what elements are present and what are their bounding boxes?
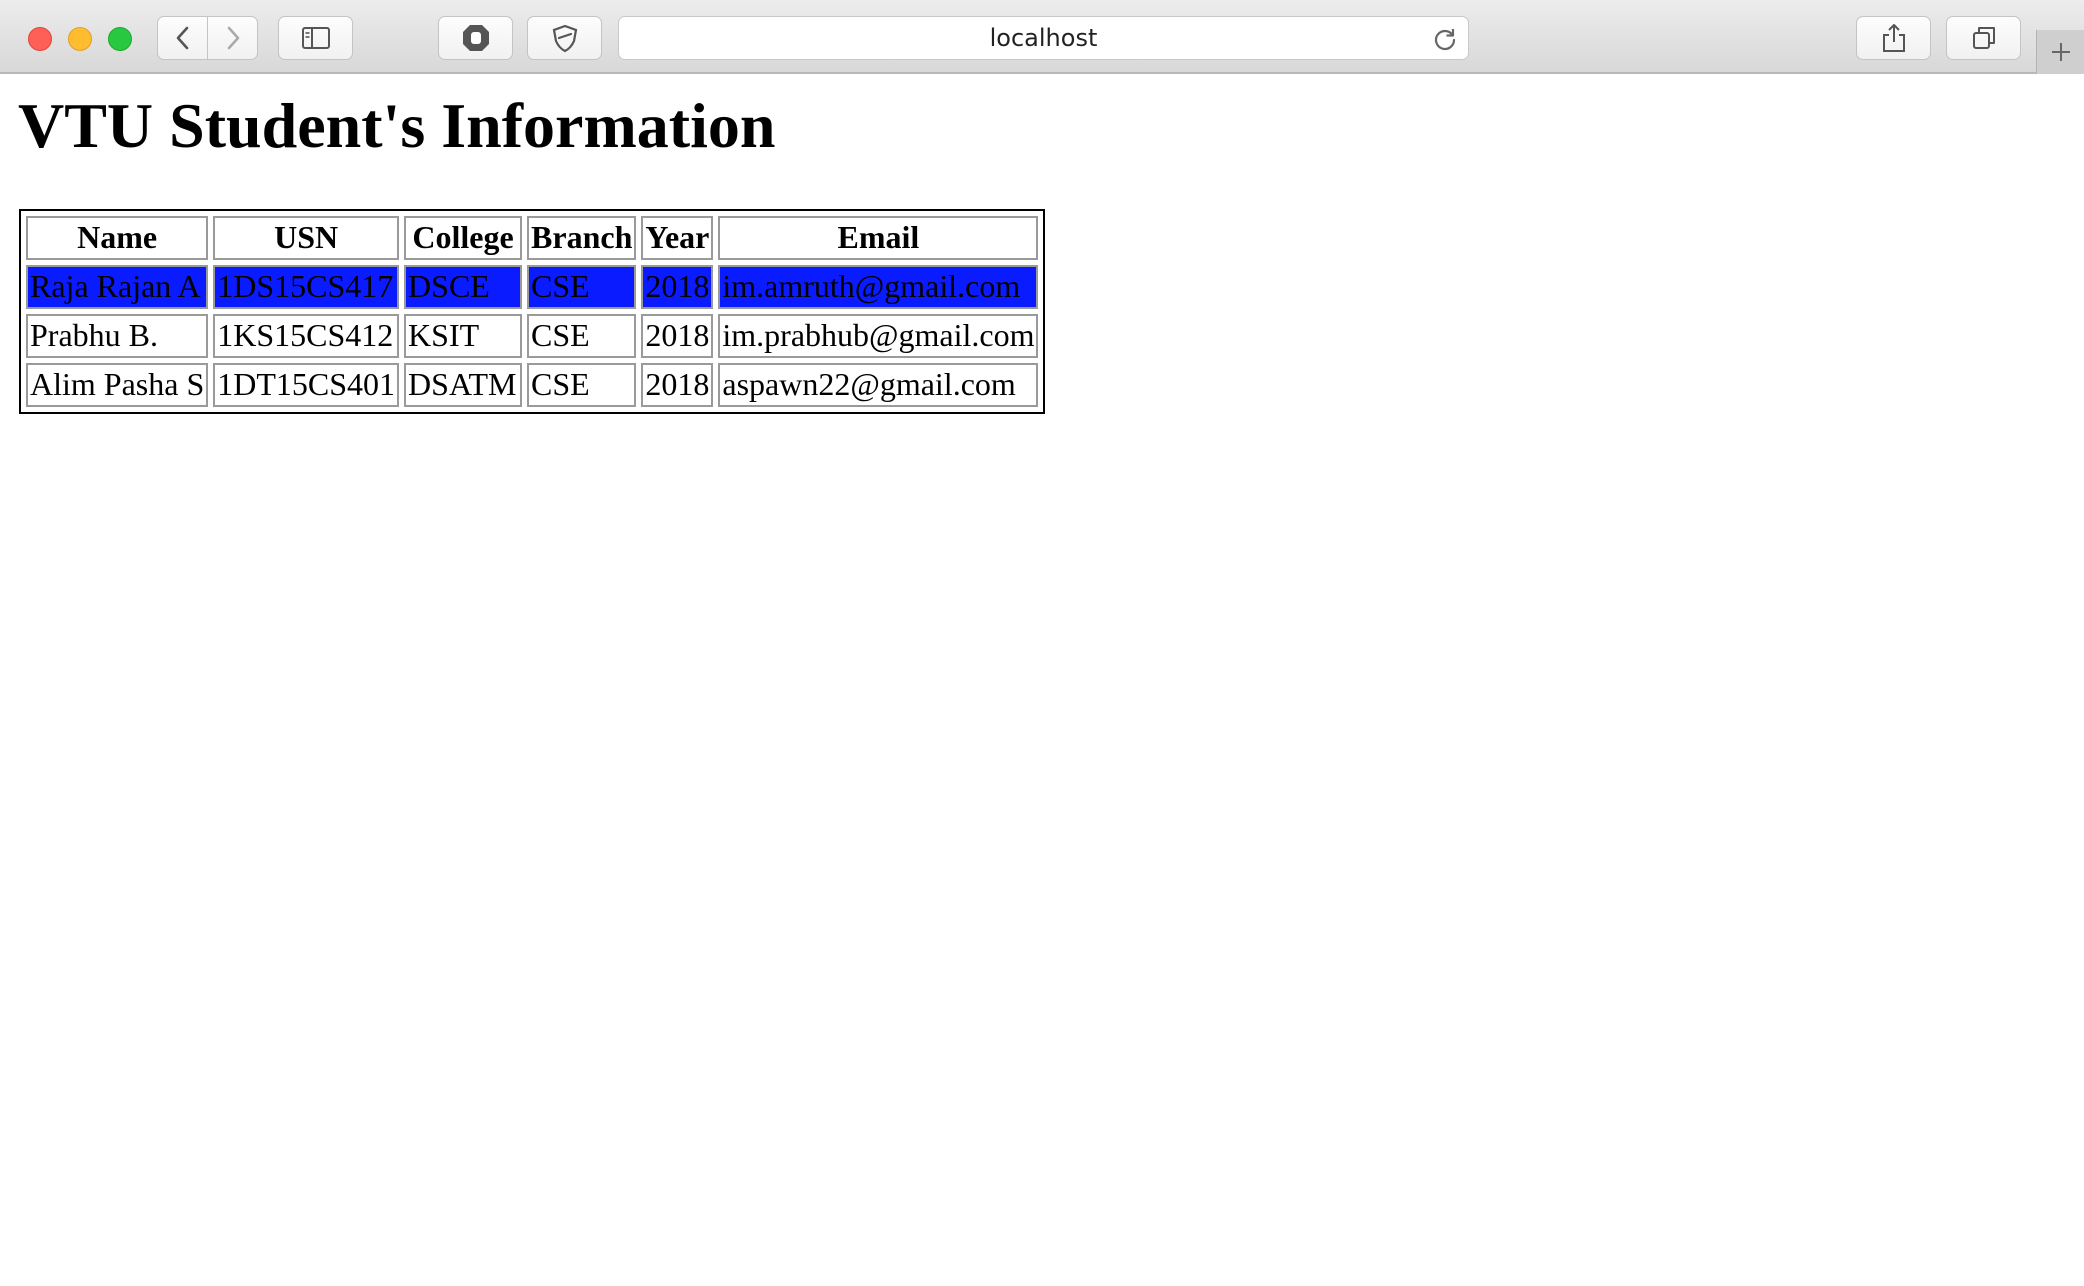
cell-name: Raja Rajan A [26, 265, 209, 309]
cell-email: im.prabhub@gmail.com [718, 314, 1039, 358]
cell-branch: CSE [527, 314, 637, 358]
new-tab-button[interactable] [2036, 30, 2084, 74]
column-header-usn: USN [213, 216, 400, 260]
cell-usn: 1DT15CS401 [213, 363, 400, 407]
page-title: VTU Student's Information [18, 90, 776, 161]
chevron-left-icon [176, 26, 188, 50]
plus-icon [2051, 43, 2070, 61]
share-button[interactable] [1856, 16, 1931, 60]
page-content: VTU Student's Information Name USN Colle… [0, 74, 2084, 1286]
chevron-right-icon [227, 26, 239, 50]
cell-email: aspawn22@gmail.com [718, 363, 1039, 407]
tabs-overview-icon [1972, 27, 1995, 49]
cell-name: Alim Pasha S [26, 363, 209, 407]
table-header-row: Name USN College Branch Year Email [26, 216, 1039, 260]
back-button[interactable] [157, 16, 208, 60]
cell-year: 2018 [641, 314, 714, 358]
extension-button-2[interactable] [527, 16, 602, 60]
forward-button[interactable] [207, 16, 258, 60]
cell-usn: 1KS15CS412 [213, 314, 400, 358]
table-row: Prabhu B. 1KS15CS412 KSIT CSE 2018 im.pr… [26, 314, 1039, 358]
cell-year: 2018 [641, 265, 714, 309]
cell-year: 2018 [641, 363, 714, 407]
close-window-icon[interactable] [28, 27, 52, 51]
zoom-window-icon[interactable] [108, 27, 132, 51]
shield-icon [552, 24, 577, 53]
cell-email: im.amruth@gmail.com [718, 265, 1039, 309]
table-row: Alim Pasha S 1DT15CS401 DSATM CSE 2018 a… [26, 363, 1039, 407]
address-bar[interactable]: localhost [618, 16, 1469, 60]
table-row: Raja Rajan A 1DS15CS417 DSCE CSE 2018 im… [26, 265, 1039, 309]
sidebar-icon [301, 27, 330, 49]
cell-branch: CSE [527, 363, 637, 407]
cell-college: DSCE [404, 265, 523, 309]
column-header-email: Email [718, 216, 1039, 260]
hand-stop-icon [462, 25, 489, 51]
address-url[interactable]: localhost [619, 17, 1468, 59]
sidebar-button[interactable] [278, 16, 353, 60]
browser-toolbar: localhost [0, 0, 2084, 74]
extension-button-1[interactable] [438, 16, 513, 60]
column-header-name: Name [26, 216, 209, 260]
navigation-buttons [157, 16, 259, 60]
column-header-branch: Branch [527, 216, 637, 260]
cell-usn: 1DS15CS417 [213, 265, 400, 309]
tab-overview-button[interactable] [1946, 16, 2021, 60]
column-header-college: College [404, 216, 523, 260]
cell-college: DSATM [404, 363, 523, 407]
cell-name: Prabhu B. [26, 314, 209, 358]
minimize-window-icon[interactable] [68, 27, 92, 51]
column-header-year: Year [641, 216, 714, 260]
cell-branch: CSE [527, 265, 637, 309]
cell-college: KSIT [404, 314, 523, 358]
students-table: Name USN College Branch Year Email Raja … [19, 209, 1046, 414]
reload-icon[interactable] [1432, 26, 1458, 52]
share-icon [1882, 24, 1905, 52]
